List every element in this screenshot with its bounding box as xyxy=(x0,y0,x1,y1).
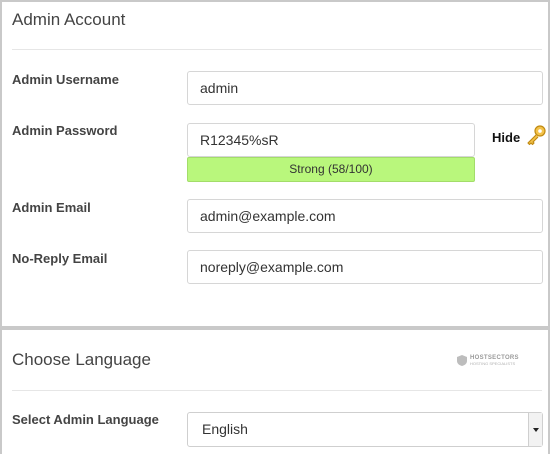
admin-language-select[interactable]: English xyxy=(187,412,543,447)
noreply-email-label: No-Reply Email xyxy=(12,251,108,266)
admin-language-label: Select Admin Language xyxy=(12,412,159,427)
chevron-down-icon[interactable] xyxy=(528,413,542,446)
hostsectors-logo: HOSTSECTORS HOSTING SPECIALISTS xyxy=(457,355,519,366)
admin-email-label: Admin Email xyxy=(12,200,91,215)
choose-language-heading: Choose Language xyxy=(12,350,151,369)
watermark-tagline: HOSTING SPECIALISTS xyxy=(470,361,516,366)
admin-username-input[interactable]: admin xyxy=(187,71,543,105)
shield-icon xyxy=(457,355,467,366)
divider-line xyxy=(12,390,542,391)
divider-line xyxy=(12,49,542,50)
section-divider xyxy=(2,326,550,330)
noreply-email-input[interactable]: noreply@example.com xyxy=(187,250,543,284)
admin-password-label: Admin Password xyxy=(12,123,118,138)
admin-username-label: Admin Username xyxy=(12,72,119,87)
admin-email-input[interactable]: admin@example.com xyxy=(187,199,543,233)
installer-panel: Admin Account Admin Username admin Admin… xyxy=(0,0,550,454)
hide-password-link[interactable]: Hide xyxy=(492,130,520,145)
admin-password-input[interactable]: R12345%sR xyxy=(187,123,475,157)
admin-language-selected: English xyxy=(202,421,248,437)
admin-account-heading: Admin Account xyxy=(12,10,126,29)
password-strength-meter: Strong (58/100) xyxy=(187,157,475,182)
key-icon[interactable] xyxy=(525,124,547,148)
